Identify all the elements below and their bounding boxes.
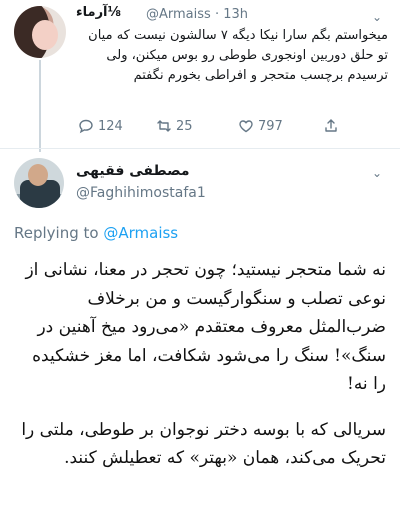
tweet-text: میخواستم بگم سارا نیکا دیگه ۷ سالشون نیس… xyxy=(88,28,388,83)
chevron-down-icon[interactable]: ⌄ xyxy=(372,10,382,24)
author-handle-time[interactable]: @Armaiss · 13h xyxy=(146,7,248,22)
retweet-icon xyxy=(157,120,171,132)
retweet-count: 25 xyxy=(176,118,193,134)
avatar[interactable] xyxy=(14,6,66,58)
retweet-button[interactable]: 25 xyxy=(156,118,193,134)
reply-count: 124 xyxy=(98,118,123,134)
author-name[interactable]: مصطفی فقیهی xyxy=(76,163,190,179)
tweet-time[interactable]: · 13h xyxy=(215,7,248,22)
tweet-paragraph-1: نه شما متحجر نیستید؛ چون تحجر در معنا، ن… xyxy=(25,260,386,394)
author-handle[interactable]: @Faghihimostafa1 xyxy=(76,185,206,201)
replying-label: Replying to xyxy=(14,224,99,242)
avatar-face xyxy=(32,20,58,50)
reply-icon xyxy=(79,119,93,134)
replying-to: Replying to @Armaiss xyxy=(14,224,178,242)
divider xyxy=(0,148,400,149)
share-icon xyxy=(325,119,337,132)
replying-mention[interactable]: @Armaiss xyxy=(103,224,178,242)
like-button[interactable]: 797 xyxy=(238,118,283,134)
heart-icon xyxy=(239,120,253,133)
tweet-paragraph-2: سریالی که با بوسه دختر نوجوان بر طوطی، م… xyxy=(21,419,386,469)
author-name[interactable]: آرماء⅛ xyxy=(76,5,121,20)
share-button[interactable] xyxy=(323,118,339,134)
chevron-down-icon[interactable]: ⌄ xyxy=(372,166,382,180)
thread-connector xyxy=(39,60,41,152)
author-handle[interactable]: @Armaiss xyxy=(146,7,211,22)
avatar[interactable] xyxy=(14,158,64,208)
reply-button[interactable]: 124 xyxy=(78,118,123,134)
tweet-text: نه شما متحجر نیستید؛ چون تحجر در معنا، ن… xyxy=(14,256,386,490)
like-count: 797 xyxy=(258,118,283,134)
parent-tweet[interactable]: آرماء⅛ @Armaiss · 13h ⌄ میخواستم بگم سار… xyxy=(0,0,400,143)
tweet-actions: 124 25 797 xyxy=(78,118,378,138)
avatar-face xyxy=(28,164,48,186)
